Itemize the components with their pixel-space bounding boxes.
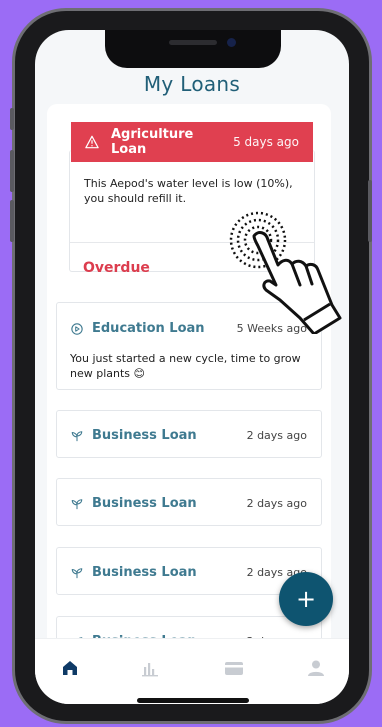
volume-up-button <box>10 150 14 192</box>
notch <box>105 30 281 68</box>
warning-icon <box>85 135 99 149</box>
business-loan-card[interactable]: Business Loan 2 days ago <box>56 478 322 526</box>
home-icon[interactable] <box>59 657 81 679</box>
sprout-icon <box>71 567 83 578</box>
mute-switch <box>10 108 14 130</box>
bottom-tab-bar <box>35 638 349 704</box>
loan-name: Education Loan <box>92 321 205 336</box>
loan-time: 5 days ago <box>233 135 299 149</box>
loan-message: You just started a new cycle, time to gr… <box>70 352 301 380</box>
sprout-icon <box>71 498 83 509</box>
power-button <box>368 180 372 242</box>
sprout-icon <box>71 430 83 441</box>
tap-gesture-icon <box>229 211 342 334</box>
page-title: My Loans <box>143 72 241 96</box>
alert-header[interactable]: Agriculture Loan 5 days ago <box>71 122 313 162</box>
loan-name: Agriculture Loan <box>111 127 194 157</box>
business-loan-card[interactable]: Business Loan 2 days ago <box>56 410 322 458</box>
loan-time: 2 days ago <box>246 429 307 442</box>
loan-time: 2 days ago <box>246 497 307 510</box>
front-camera <box>227 38 236 47</box>
user-icon[interactable] <box>305 657 327 679</box>
card-icon[interactable] <box>223 657 245 679</box>
play-circle-icon <box>71 322 83 335</box>
home-indicator <box>137 698 249 703</box>
status-badge: Overdue <box>83 260 150 276</box>
phone-screen: My Loans This Aepod's water level is low… <box>35 30 349 704</box>
loan-name: Business Loan <box>92 565 197 580</box>
loan-name: Business Loan <box>92 496 197 511</box>
volume-down-button <box>10 200 14 242</box>
bar-chart-icon[interactable] <box>139 657 161 679</box>
add-loan-button[interactable]: + <box>279 572 333 626</box>
loan-message: This Aepod's water level is low (10%), y… <box>84 177 293 205</box>
loan-name: Business Loan <box>92 428 197 443</box>
speaker <box>169 40 217 45</box>
